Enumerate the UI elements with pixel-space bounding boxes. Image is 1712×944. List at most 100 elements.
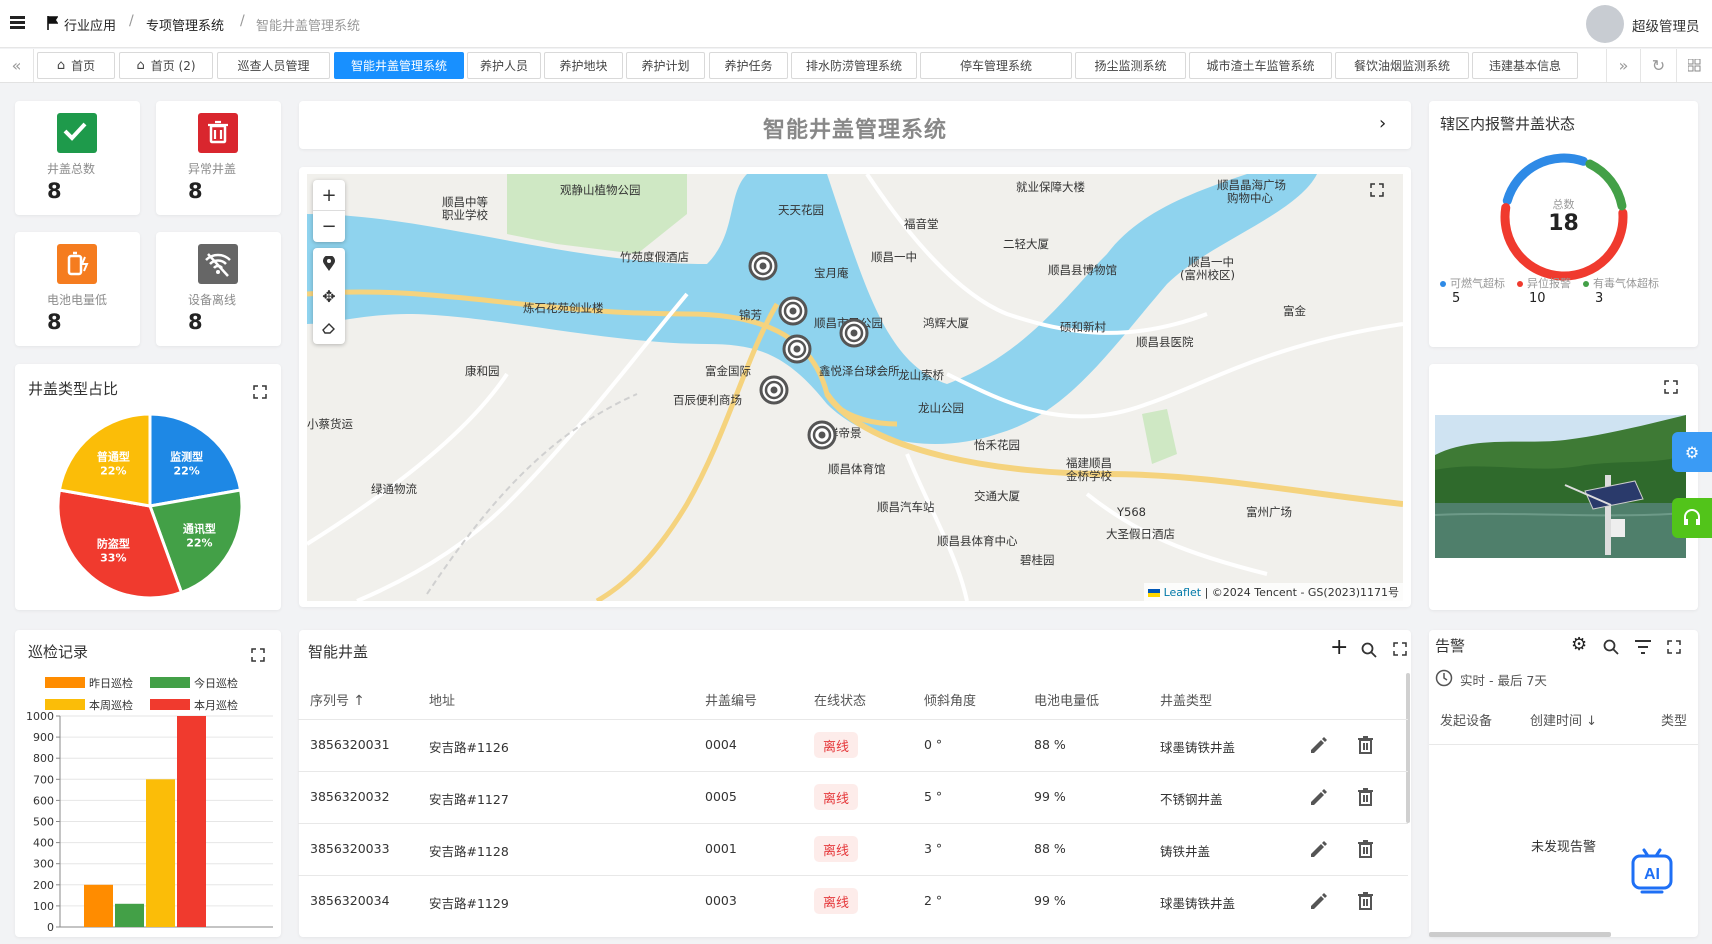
map-label[interactable]: 顺昌县博物馆 [1048, 262, 1117, 278]
map-label[interactable]: 龙山公园 [918, 400, 964, 416]
ai-assistant-button[interactable]: AI [1630, 846, 1674, 896]
map-label[interactable]: 怡禾花园 [974, 437, 1020, 453]
gear-icon[interactable]: ⚙ [1571, 634, 1587, 655]
fullscreen-icon[interactable] [251, 648, 265, 662]
map-label[interactable]: 锦芳 [739, 307, 762, 323]
tab-12[interactable]: 城市渣土车监管系统 [1189, 52, 1332, 79]
breadcrumb-1[interactable]: 行业应用 [64, 15, 116, 34]
map-label[interactable]: 就业保障大楼 [1016, 179, 1085, 195]
donut-legend-item[interactable]: 可燃气超标 [1440, 275, 1505, 291]
map-label[interactable]: 观静山植物公园 [560, 182, 641, 198]
column-battery[interactable]: 电池电量低 [1034, 690, 1099, 709]
donut-legend-item[interactable]: 异位报警 [1517, 275, 1571, 291]
table-row[interactable]: 3856320033 安吉路#1128 0001 3 ° 88 % 铸铁井盖 离线 [298, 823, 1408, 874]
delete-icon[interactable] [1356, 787, 1376, 807]
map-label[interactable]: 富金国际 [705, 363, 751, 379]
manhole-marker-icon[interactable] [778, 296, 808, 326]
alarm-scrollbar[interactable] [1429, 932, 1611, 937]
location-pin-icon[interactable] [313, 248, 345, 280]
column-cover-no[interactable]: 井盖编号 [705, 690, 757, 709]
map-label[interactable]: 二轻大厦 [1003, 236, 1049, 252]
map-label[interactable]: Y568 [1117, 505, 1146, 519]
tab-2[interactable]: ⌂ 首页 (2) [119, 52, 213, 79]
sort-up-icon[interactable]: ↑ [353, 693, 365, 709]
map-label[interactable]: 购物中心 [1227, 190, 1273, 206]
tabs-scroll-left-icon[interactable]: « [0, 49, 34, 82]
tab-3[interactable]: 巡查人员管理 [217, 52, 330, 79]
column-online-status[interactable]: 在线状态 [814, 690, 866, 709]
map-label[interactable]: 天天花园 [778, 202, 824, 218]
bar[interactable] [84, 884, 113, 927]
map-label[interactable]: 富州广场 [1246, 504, 1292, 520]
tab-5[interactable]: 养护人员 [467, 52, 541, 79]
tab-11[interactable]: 扬尘监测系统 [1075, 52, 1186, 79]
eraser-icon[interactable] [313, 312, 345, 344]
map-label[interactable]: 大圣假日酒店 [1106, 526, 1175, 542]
column-created[interactable]: 创建时间 ↓ [1530, 710, 1597, 729]
map-label[interactable]: 鑫悦泽台球会所 [819, 363, 900, 379]
map-label[interactable]: 小蔡货运 [307, 416, 353, 432]
table-row[interactable]: 3856320032 安吉路#1127 0005 5 ° 99 % 不锈钢井盖 离线 [298, 771, 1408, 822]
edit-icon[interactable] [1308, 735, 1328, 755]
tab-8[interactable]: 养护任务 [709, 52, 788, 79]
manhole-marker-icon[interactable] [839, 318, 869, 348]
tab-4[interactable]: 智能井盖管理系统 [334, 52, 464, 79]
column-cover-type[interactable]: 井盖类型 [1160, 690, 1212, 709]
menu-toggle-icon[interactable] [10, 16, 25, 29]
map-label[interactable]: 宝月庵 [814, 265, 849, 281]
fullscreen-icon[interactable] [1667, 640, 1681, 654]
fullscreen-icon[interactable] [1393, 642, 1407, 656]
column-serial[interactable]: 序列号 ↑ [310, 690, 365, 709]
tab-9[interactable]: 排水防涝管理系统 [791, 52, 917, 79]
map-label[interactable]: 交通大厦 [974, 488, 1020, 504]
delete-icon[interactable] [1356, 891, 1376, 911]
chevron-right-icon[interactable]: › [1379, 113, 1386, 134]
map-label[interactable]: 顺昌汽车站 [877, 499, 935, 515]
add-icon[interactable]: + [1330, 635, 1348, 660]
map-label[interactable]: 碧桂园 [1020, 552, 1055, 568]
edit-icon[interactable] [1308, 787, 1328, 807]
map-label[interactable]: 顺昌体育馆 [828, 461, 886, 477]
bar[interactable] [177, 716, 206, 927]
map-label[interactable]: 竹苑度假酒店 [620, 249, 689, 265]
zoom-in-button[interactable]: + [313, 180, 345, 211]
fullscreen-icon[interactable] [1664, 380, 1678, 394]
stat-card-1[interactable]: 井盖总数 8 [15, 101, 140, 215]
refresh-icon[interactable]: ↻ [1640, 49, 1676, 82]
leaflet-link[interactable]: Leaflet [1164, 586, 1201, 599]
zoom-out-button[interactable]: − [313, 211, 345, 242]
delete-icon[interactable] [1356, 735, 1376, 755]
user-name[interactable]: 超级管理员 [1632, 15, 1700, 35]
tab-6[interactable]: 养护地块 [544, 52, 623, 79]
stat-card-4[interactable]: 设备离线 8 [156, 232, 281, 346]
tab-1[interactable]: ⌂ 首页 [37, 52, 115, 79]
donut-segment[interactable] [1502, 153, 1588, 206]
breadcrumb-2[interactable]: 专项管理系统 [146, 15, 224, 34]
tab-10[interactable]: 停车管理系统 [920, 52, 1072, 79]
tab-7[interactable]: 养护计划 [626, 52, 705, 79]
map[interactable]: 观静山植物公园 顺昌中等 职业学校 竹苑度假酒店 天天花园 福音堂 就业保障大楼 顺昌晶海广场… [307, 174, 1403, 601]
map-label[interactable]: 顺昌县医院 [1136, 334, 1194, 350]
manhole-marker-icon[interactable] [807, 420, 837, 450]
column-tilt[interactable]: 倾斜角度 [924, 690, 976, 709]
sort-down-icon[interactable]: ↓ [1586, 714, 1597, 729]
delete-icon[interactable] [1356, 839, 1376, 859]
donut-legend-item[interactable]: 有毒气体超标 [1583, 275, 1659, 291]
bar[interactable] [115, 903, 144, 927]
map-label[interactable]: 金桥学校 [1066, 468, 1112, 484]
stat-card-3[interactable]: 电池电量低 8 [15, 232, 140, 346]
map-label[interactable]: 硕和新村 [1060, 319, 1106, 335]
column-address[interactable]: 地址 [429, 690, 455, 709]
edit-icon[interactable] [1308, 839, 1328, 859]
tabs-scroll-right-icon[interactable]: » [1606, 49, 1640, 82]
tab-13[interactable]: 餐饮油烟监测系统 [1335, 52, 1469, 79]
map-label[interactable]: 百辰便利商场 [673, 392, 742, 408]
fullscreen-icon[interactable] [253, 385, 267, 399]
map-label[interactable]: 福音堂 [904, 216, 939, 232]
manhole-marker-icon[interactable] [748, 251, 778, 281]
map-label[interactable]: 鸿辉大厦 [923, 315, 969, 331]
floating-support-button[interactable] [1672, 498, 1712, 538]
search-icon[interactable] [1603, 639, 1619, 655]
avatar[interactable] [1586, 5, 1624, 43]
filter-icon[interactable] [1635, 640, 1651, 654]
